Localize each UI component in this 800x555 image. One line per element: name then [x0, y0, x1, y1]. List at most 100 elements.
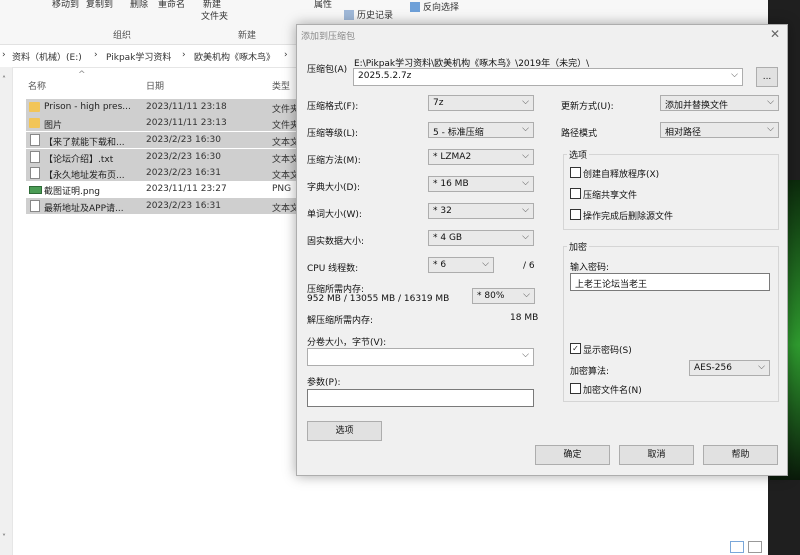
- nav-pane-scrollbar[interactable]: ˄ ˅: [0, 67, 13, 555]
- file-type: 文本文: [272, 138, 300, 148]
- update-select[interactable]: 添加并替换文件 ⌵: [660, 95, 779, 111]
- file-type: 文本文: [272, 155, 300, 165]
- view-switcher: [730, 541, 764, 553]
- mem-select[interactable]: * 80% ⌵: [472, 288, 535, 304]
- list-item[interactable]: 【论坛介绍】.txt 2023/2/23 16:30 文本文: [26, 149, 300, 165]
- list-item[interactable]: 图片 2023/11/11 23:13 文件夹: [26, 115, 300, 131]
- file-date: 2023/2/23 16:31: [146, 201, 221, 211]
- password-input[interactable]: 上老王论坛当老王: [570, 273, 770, 291]
- list-item[interactable]: 截图证明.png 2023/11/11 23:27 PNG: [26, 181, 296, 197]
- column-type[interactable]: 类型: [272, 79, 290, 92]
- file-name: 【论坛介绍】.txt: [44, 155, 114, 165]
- close-icon[interactable]: ✕: [767, 26, 783, 42]
- password-label: 输入密码:: [570, 263, 610, 273]
- word-label: 单词大小(W):: [307, 210, 362, 220]
- path-mode-select[interactable]: 相对路径 ⌵: [660, 122, 779, 138]
- level-value: 5 - 标准压缩: [433, 128, 484, 138]
- solid-value: * 4 GB: [433, 233, 463, 243]
- cpu-select[interactable]: * 6 ⌵: [428, 257, 494, 273]
- dict-select[interactable]: * 16 MB ⌵: [428, 176, 534, 192]
- options-group: 选项 创建自释放程序(X) 压缩共享文件 操作完成后删除源文件: [563, 148, 779, 230]
- ok-button[interactable]: 确定: [535, 445, 610, 465]
- mem-value: * 80%: [477, 291, 505, 301]
- invert-selection-label: 反向选择: [423, 3, 460, 13]
- archive-name-value: 2025.5.2.7z: [358, 71, 412, 81]
- delete-after-label: 操作完成后删除源文件: [583, 212, 674, 222]
- path-mode-value: 相对路径: [665, 128, 702, 138]
- cpu-value: * 6: [433, 260, 447, 270]
- cancel-button[interactable]: 取消: [619, 445, 694, 465]
- format-select[interactable]: 7z ⌵: [428, 95, 534, 111]
- rename-button[interactable]: 重命名: [158, 0, 185, 10]
- group-organize: 组织: [113, 31, 132, 41]
- chevron-down-icon: ⌵: [482, 259, 489, 269]
- decomp-value: 18 MB: [510, 313, 539, 323]
- level-select[interactable]: 5 - 标准压缩 ⌵: [428, 122, 534, 138]
- image-file-icon: [29, 186, 42, 194]
- format-value: 7z: [433, 98, 444, 108]
- file-date: 2023/2/23 16:31: [146, 168, 221, 178]
- column-name[interactable]: 名称: [28, 79, 46, 92]
- enc-method-select[interactable]: AES-256 ⌵: [689, 360, 770, 376]
- delete-button[interactable]: 删除: [130, 0, 148, 10]
- shared-label: 压缩共享文件: [583, 191, 638, 201]
- properties-button[interactable]: 属性: [314, 0, 332, 10]
- column-date[interactable]: 日期: [146, 79, 164, 92]
- group-new: 新建: [238, 31, 257, 41]
- list-item[interactable]: 最新地址及APP请... 2023/2/23 16:31 文本文: [26, 198, 299, 214]
- format-label: 压缩格式(F):: [307, 102, 359, 112]
- text-file-icon: [30, 167, 40, 179]
- breadcrumb-separator: ›: [284, 50, 288, 60]
- path-mode-label: 路径模式: [561, 129, 598, 139]
- chevron-down-icon: ⌵: [522, 232, 529, 242]
- history-button[interactable]: 历史记录: [344, 8, 393, 21]
- solid-select[interactable]: * 4 GB ⌵: [428, 230, 534, 246]
- browse-button[interactable]: ...: [756, 67, 778, 87]
- history-icon: [344, 10, 354, 20]
- folder-icon: [29, 118, 40, 128]
- text-file-icon: [30, 134, 40, 146]
- chevron-down-icon: ⌵: [758, 362, 765, 372]
- file-type: 文件夹: [272, 121, 300, 131]
- breadcrumb-drive[interactable]: 资料（机械）(E:): [12, 50, 82, 63]
- encryption-group-title: 加密: [567, 240, 590, 253]
- chevron-up-icon[interactable]: ˄: [2, 75, 6, 84]
- folder-icon: [29, 102, 40, 112]
- file-name: 最新地址及APP请...: [44, 204, 124, 214]
- breadcrumb-folder[interactable]: 欧美机构《啄木鸟》: [194, 50, 275, 63]
- file-date: 2023/11/11 23:27: [146, 184, 227, 194]
- breadcrumb-pikpak[interactable]: Pikpak学习资料: [106, 50, 171, 63]
- checkbox-box: [570, 383, 581, 394]
- word-select[interactable]: * 32 ⌵: [428, 203, 534, 219]
- params-input[interactable]: [307, 389, 534, 407]
- details-view-icon[interactable]: [730, 541, 744, 553]
- file-date: 2023/2/23 16:30: [146, 152, 221, 162]
- options-button[interactable]: 选项: [307, 421, 382, 441]
- encrypt-names-label: 加密文件名(N): [583, 386, 642, 396]
- file-date: 2023/2/23 16:30: [146, 135, 221, 145]
- copy-to-button[interactable]: 复制到: [86, 0, 113, 10]
- list-item[interactable]: 【来了就能下载和... 2023/2/23 16:30 文本文: [26, 132, 300, 148]
- enc-method-label: 加密算法:: [570, 367, 610, 377]
- list-item[interactable]: Prison - high pres... 2023/11/11 23:18 文…: [26, 99, 300, 115]
- breadcrumb-separator: ›: [182, 50, 186, 60]
- text-file-icon: [30, 151, 40, 163]
- split-combo[interactable]: ⌵: [307, 348, 534, 366]
- new-folder-button[interactable]: 文件夹: [201, 9, 228, 22]
- update-label: 更新方式(U):: [561, 102, 614, 112]
- checkbox-box: [570, 209, 581, 220]
- chevron-down-icon[interactable]: ˅: [2, 533, 6, 542]
- file-type: 文件夹: [272, 105, 300, 115]
- list-item[interactable]: 【永久地址发布页... 2023/2/23 16:31 文本文: [26, 165, 299, 181]
- sort-up-icon: ^: [78, 70, 86, 80]
- move-to-button[interactable]: 移动到: [52, 0, 79, 10]
- archive-name-combo[interactable]: 2025.5.2.7z ⌵: [353, 68, 743, 86]
- chevron-down-icon: ⌵: [731, 70, 738, 80]
- method-select[interactable]: * LZMA2 ⌵: [428, 149, 534, 165]
- help-button[interactable]: 帮助: [703, 445, 778, 465]
- chevron-down-icon: ⌵: [522, 97, 529, 107]
- large-icons-view-icon[interactable]: [748, 541, 762, 553]
- invert-selection-button[interactable]: 反向选择: [410, 0, 459, 13]
- chevron-down-icon: ⌵: [522, 205, 529, 215]
- level-label: 压缩等级(L):: [307, 129, 359, 139]
